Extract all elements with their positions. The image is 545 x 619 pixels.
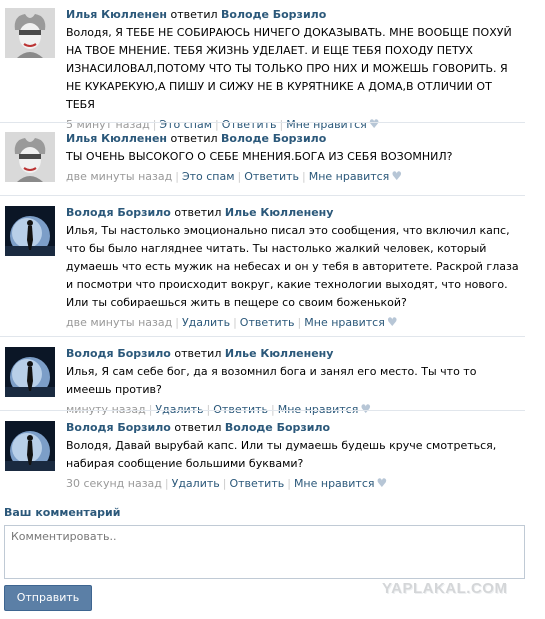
comment-text: Володя, Я ТЕБЕ НЕ СОБИРАЮСЬ НИЧЕГО ДОКАЗ…	[66, 26, 512, 111]
comment-input[interactable]: Комментировать..	[4, 525, 525, 579]
timestamp[interactable]: две минуты назад	[66, 170, 172, 183]
comment-meta: 5 минут назад | Это спам | Ответить | Мне нрав…	[66, 117, 380, 131]
author-link[interactable]: Илья Кюлленен	[66, 132, 167, 145]
reply-link[interactable]: Ответить	[244, 170, 299, 183]
author-link[interactable]: Илья Кюлленен	[66, 8, 167, 21]
like-link[interactable]: Мне нравится	[304, 316, 385, 329]
comment-text: ТЫ ОЧЕНЬ ВЫСОКОГО О СЕБЕ МНЕНИЯ.БОГА ИЗ …	[66, 150, 453, 163]
timestamp[interactable]: 30 секунд назад	[66, 477, 162, 490]
comment-meta: две минуты назад | Удалить | Ответить | Мне нр…	[66, 315, 398, 329]
spam-link[interactable]: Это спам	[182, 170, 235, 183]
delete-link[interactable]: Удалить	[172, 477, 220, 490]
comment-text: Илья, Я сам себе бог, да я возомнил бога…	[66, 365, 477, 396]
reply-link[interactable]: Ответить	[240, 316, 295, 329]
comment-text: Володя, Давай вырубай капс. Или ты думае…	[66, 439, 497, 470]
heart-icon[interactable]: ♥	[387, 315, 398, 329]
reply-verb: ответил	[174, 206, 222, 219]
reply-target-link[interactable]: Илье Кюлленену	[225, 206, 334, 219]
comment-content: Володя Борзило ответил Илье Кюлленену Ил…	[66, 206, 521, 330]
avatar[interactable]	[5, 347, 55, 397]
avatar[interactable]	[5, 206, 55, 256]
comment-header: Илья Кюлленен ответил Володе Борзило	[66, 8, 521, 22]
comment-header: Володя Борзило ответил Илье Кюлленену	[66, 206, 521, 220]
heart-icon[interactable]: ♥	[360, 402, 371, 416]
comment-header: Илья Кюлленен ответил Володе Борзило	[66, 132, 521, 146]
heart-icon[interactable]: ♥	[377, 476, 388, 490]
author-link[interactable]: Володя Борзило	[66, 206, 171, 219]
avatar[interactable]	[5, 132, 55, 182]
comment-content: Илья Кюлленен ответил Володе Борзило Вол…	[66, 8, 521, 132]
comment-meta: две минуты назад | Это спам | Ответить | Мне н…	[66, 169, 403, 183]
spam-link[interactable]: Это спам	[159, 118, 212, 131]
reply-target-link[interactable]: Володе Борзило	[225, 421, 330, 434]
submit-button[interactable]: Отправить	[4, 585, 92, 611]
avatar[interactable]	[5, 421, 55, 471]
reply-target-link[interactable]: Володе Борзило	[221, 132, 326, 145]
reply-link[interactable]: Ответить	[229, 477, 284, 490]
comment-text: Илья, Ты настолько эмоционально писал эт…	[66, 224, 519, 309]
comment-content: Илья Кюлленен ответил Володе Борзило ТЫ …	[66, 132, 521, 184]
reply-target-link[interactable]: Володе Борзило	[221, 8, 326, 21]
divider	[0, 122, 525, 123]
delete-link[interactable]: Удалить	[182, 316, 230, 329]
comment-header: Володя Борзило ответил Илье Кюлленену	[66, 347, 521, 361]
reply-link[interactable]: Ответить	[222, 118, 277, 131]
reply-target-link[interactable]: Илье Кюлленену	[225, 347, 334, 360]
heart-icon[interactable]: ♥	[391, 169, 402, 183]
reply-verb: ответил	[170, 8, 218, 21]
timestamp[interactable]: две минуты назад	[66, 316, 172, 329]
like-link[interactable]: Мне нравится	[286, 118, 367, 131]
like-link[interactable]: Мне нравится	[309, 170, 390, 183]
divider	[0, 410, 525, 411]
reply-verb: ответил	[174, 421, 222, 434]
avatar[interactable]	[5, 8, 55, 58]
author-link[interactable]: Володя Борзило	[66, 421, 171, 434]
like-link[interactable]: Мне нравится	[294, 477, 375, 490]
comment-content: Володя Борзило ответил Володе Борзило Во…	[66, 421, 521, 491]
comment-header: Володя Борзило ответил Володе Борзило	[66, 421, 521, 435]
timestamp[interactable]: 5 минут назад	[66, 118, 150, 131]
watermark-logo: YAPLAKAL.COM	[382, 580, 508, 597]
author-link[interactable]: Володя Борзило	[66, 347, 171, 360]
heart-icon[interactable]: ♥	[369, 117, 380, 131]
divider	[0, 195, 525, 196]
reply-verb: ответил	[170, 132, 218, 145]
comment-content: Володя Борзило ответил Илье Кюлленену Ил…	[66, 347, 521, 417]
reply-verb: ответил	[174, 347, 222, 360]
divider	[0, 336, 525, 337]
comment-form-label: Ваш комментарий	[4, 506, 121, 519]
comment-meta: 30 секунд назад | Удалить | Ответить | Мне нра…	[66, 476, 388, 490]
